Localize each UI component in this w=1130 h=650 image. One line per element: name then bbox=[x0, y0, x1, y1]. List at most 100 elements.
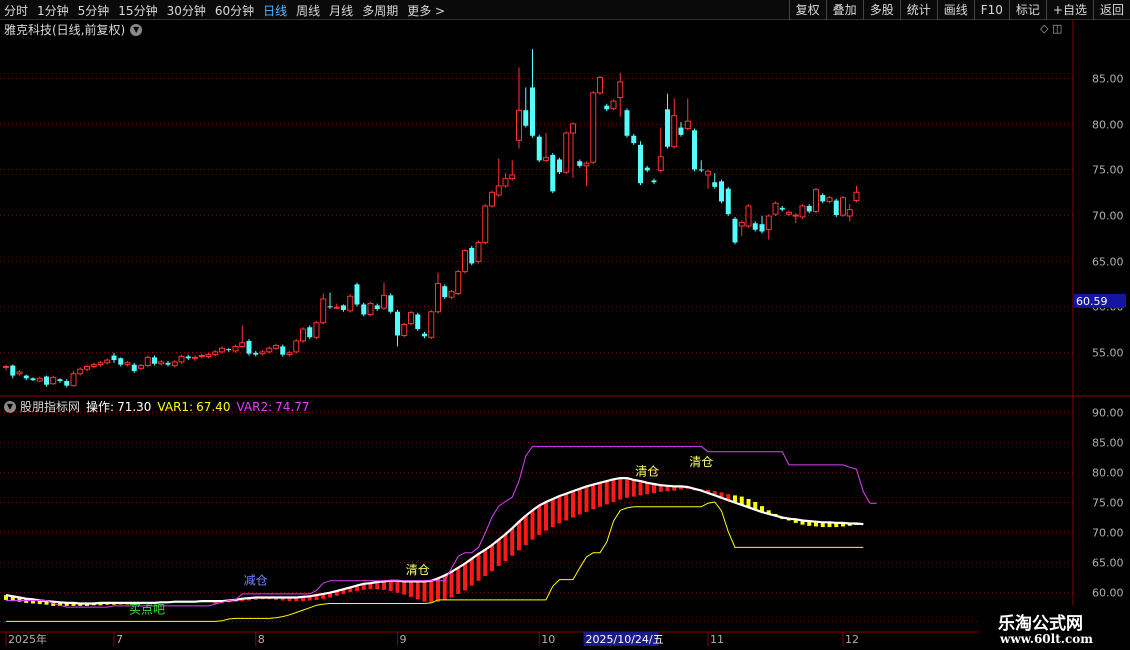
chart-frame bbox=[0, 20, 1130, 633]
candle-body bbox=[523, 110, 529, 126]
histogram-bar bbox=[510, 528, 515, 556]
candle-body bbox=[732, 218, 738, 243]
candle-body bbox=[678, 127, 684, 135]
watermark-url: www.60lt.com bbox=[1000, 632, 1093, 646]
candle-body bbox=[144, 356, 151, 367]
candle-body bbox=[10, 365, 16, 376]
chart-canvas[interactable]: 买点吧减仓清仓清仓清仓 85.0080.0075.0070.0065.0060.… bbox=[0, 0, 1130, 650]
candle-body bbox=[131, 364, 137, 372]
candle-body bbox=[158, 361, 165, 365]
date-label-4: 10 bbox=[541, 633, 555, 646]
candle-body bbox=[692, 130, 697, 170]
histogram-bar bbox=[476, 553, 481, 581]
candle-body bbox=[367, 303, 374, 315]
candle-body bbox=[138, 365, 144, 369]
candle-body bbox=[239, 342, 246, 347]
price-axes: 85.00 80.00 75.00 70.00 65.00 60.00 55.00 90.00… bbox=[1074, 73, 1126, 629]
candle-body bbox=[853, 191, 860, 201]
candle-body bbox=[111, 355, 117, 361]
candle-body bbox=[361, 304, 367, 315]
candle-body bbox=[232, 345, 239, 352]
candle-body bbox=[401, 324, 408, 336]
histogram-bar bbox=[611, 479, 616, 502]
date-axis: 2025年 7 8 9 10 11 12 2025/10/24/五 bbox=[5, 632, 859, 646]
histogram-bar bbox=[631, 479, 636, 497]
histogram-bar bbox=[591, 484, 596, 510]
candle-body bbox=[435, 282, 441, 313]
watermark: 乐淘公式网 www.60lt.com bbox=[980, 605, 1130, 650]
histogram-bar bbox=[496, 539, 501, 566]
histogram-bar bbox=[584, 486, 589, 513]
histogram-bar bbox=[517, 521, 521, 551]
histogram-bar bbox=[557, 495, 562, 524]
candle-body bbox=[415, 314, 421, 330]
candle-body bbox=[395, 311, 400, 336]
histogram-bar bbox=[483, 549, 488, 577]
candle-body bbox=[543, 157, 549, 161]
indicator-grid bbox=[0, 412, 1073, 622]
histogram-bar bbox=[618, 478, 623, 500]
candle-body bbox=[698, 169, 704, 171]
candle-body bbox=[388, 295, 394, 312]
candle-body bbox=[57, 379, 63, 382]
candle-body bbox=[786, 211, 792, 215]
candle-body bbox=[738, 221, 745, 227]
histogram-bar bbox=[625, 478, 629, 498]
candle-body bbox=[752, 223, 758, 230]
candle-body bbox=[178, 355, 185, 363]
candle-body bbox=[226, 349, 232, 351]
candle-body bbox=[765, 215, 772, 231]
candle-body bbox=[725, 188, 731, 215]
candle-body bbox=[759, 224, 765, 232]
candle-body bbox=[219, 347, 225, 353]
histogram-bar bbox=[652, 484, 656, 493]
date-label-2: 8 bbox=[258, 633, 265, 646]
histogram-bar bbox=[503, 534, 508, 562]
histogram-bar bbox=[422, 581, 427, 602]
last-price-label: 60.59 bbox=[1076, 295, 1108, 308]
signal-label-0: 买点吧 bbox=[129, 603, 165, 617]
candle-body bbox=[185, 356, 191, 359]
signal-label-4: 清仓 bbox=[689, 455, 713, 469]
candle-body bbox=[631, 135, 637, 144]
candle-body bbox=[300, 328, 306, 342]
histogram-bar bbox=[564, 493, 569, 521]
date-label-6: 12 bbox=[845, 633, 859, 646]
signal-label-2: 清仓 bbox=[406, 563, 430, 577]
candle-body bbox=[30, 378, 36, 381]
indicator-tick-label: 65.00 bbox=[1092, 557, 1124, 570]
histogram-bar bbox=[429, 580, 434, 603]
candle-body bbox=[320, 298, 327, 324]
candle-body bbox=[428, 311, 435, 338]
signal-label-1: 减仓 bbox=[244, 573, 268, 587]
candle-body bbox=[563, 132, 570, 173]
candle-body bbox=[644, 167, 650, 171]
candle-body bbox=[806, 205, 812, 212]
histogram-bar bbox=[645, 482, 650, 495]
candle-body bbox=[84, 365, 90, 370]
candle-body bbox=[671, 115, 678, 148]
histogram-bar bbox=[382, 581, 386, 590]
candle-body bbox=[570, 123, 576, 134]
histogram-bar bbox=[577, 488, 582, 515]
candle-body bbox=[104, 359, 111, 364]
candle-body bbox=[705, 170, 711, 176]
candle-body bbox=[577, 161, 583, 166]
candle-body bbox=[442, 286, 448, 298]
candle-body bbox=[846, 209, 853, 217]
candle-body bbox=[792, 214, 799, 217]
candle-body bbox=[469, 247, 475, 264]
histogram-bar bbox=[409, 581, 413, 597]
candle-body bbox=[118, 358, 124, 365]
watermark-title: 乐淘公式网 bbox=[998, 614, 1083, 634]
histogram-bar bbox=[598, 482, 602, 507]
candle-body bbox=[712, 182, 718, 187]
candle-body bbox=[624, 110, 630, 136]
candle-body bbox=[462, 250, 468, 273]
histogram-bar bbox=[537, 505, 542, 535]
candle-body bbox=[684, 120, 691, 129]
candle-body bbox=[583, 162, 590, 167]
histogram-bar bbox=[490, 544, 494, 572]
histogram-bar bbox=[604, 481, 609, 505]
indicator-tick-label: 90.00 bbox=[1092, 407, 1124, 420]
